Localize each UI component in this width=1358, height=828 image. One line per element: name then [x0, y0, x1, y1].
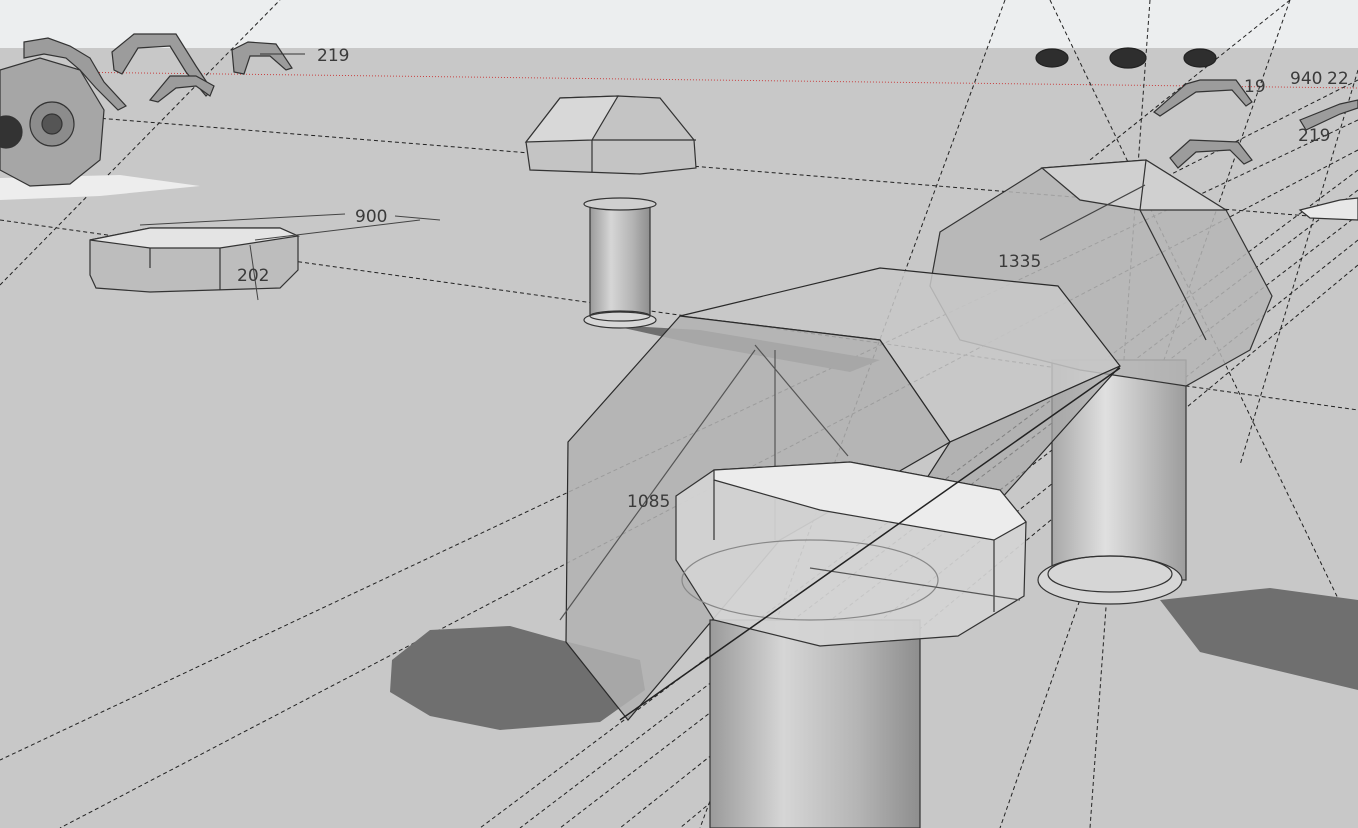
modeling-viewport[interactable]: 219 900 202 1335 19 219 940 22 1085 — [0, 0, 1358, 828]
dimension-left-arm: 219 — [317, 46, 349, 66]
dimension-slab-width: 900 — [355, 207, 387, 227]
dimension-main-block-height: 1085 — [627, 492, 670, 512]
sky — [0, 0, 1358, 48]
small-cylinder[interactable] — [583, 197, 657, 329]
dimension-right-arm-c: 940 — [1290, 69, 1322, 89]
dimension-right-arm-d: 22 — [1327, 69, 1349, 89]
dimension-right-arm-a: 19 — [1244, 77, 1266, 97]
dimension-cap-diagonal: 1335 — [998, 252, 1041, 272]
dimension-slab-height: 202 — [237, 266, 269, 286]
dimension-right-arm-b: 219 — [1298, 126, 1330, 146]
